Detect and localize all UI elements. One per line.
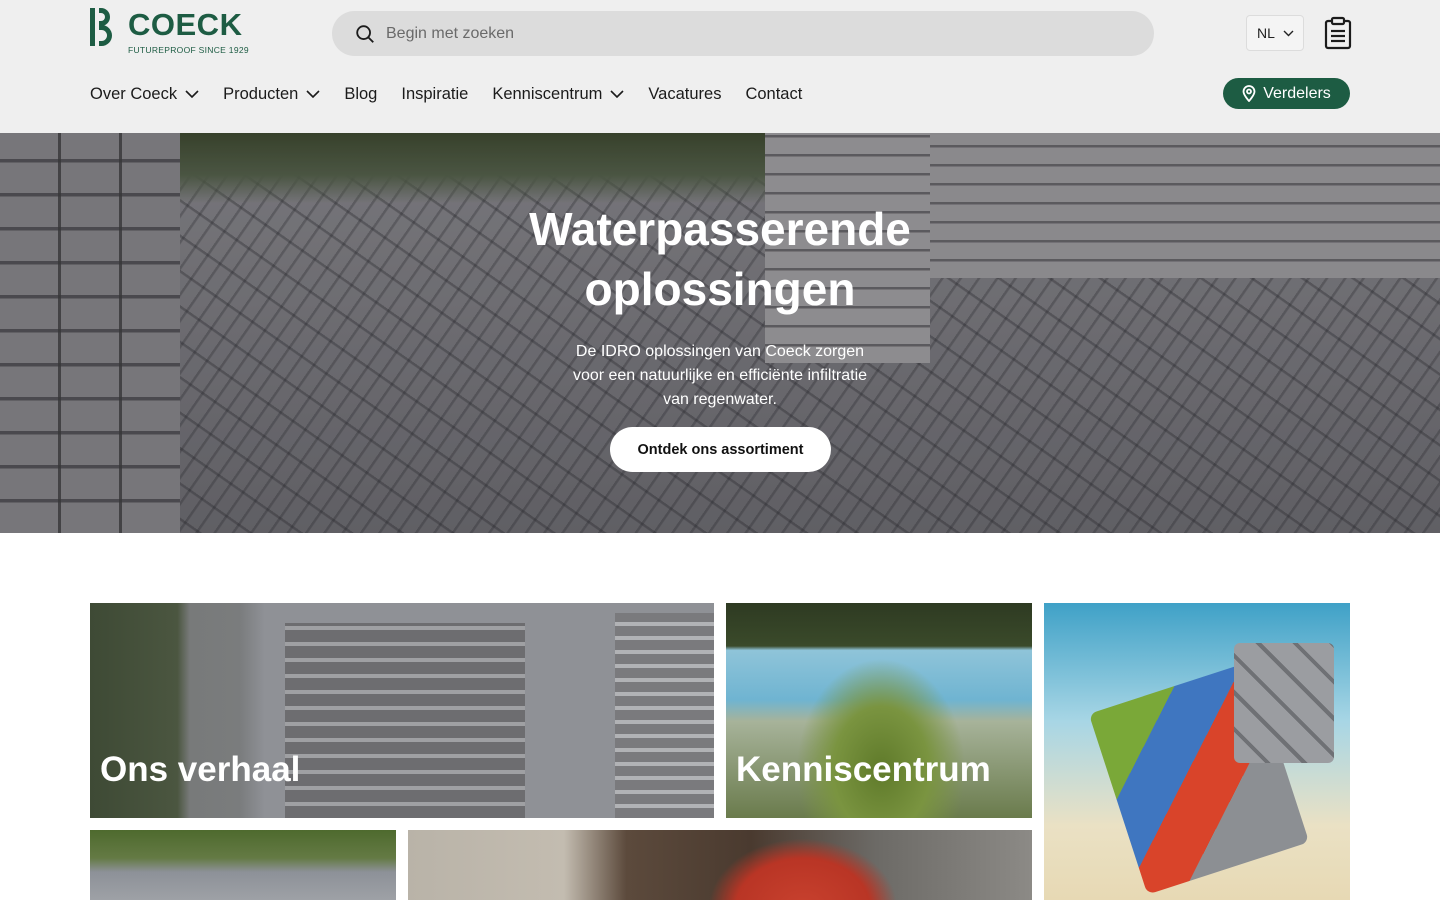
nav-label: Blog (344, 84, 378, 103)
site-header: COECK FUTUREPROOF SINCE 1929 NL Over Coe… (0, 0, 1440, 133)
chevron-down-icon (1283, 30, 1294, 36)
search-input[interactable] (386, 11, 1126, 56)
coeck-logo[interactable]: COECK FUTUREPROOF SINCE 1929 (90, 7, 249, 56)
chevron-down-icon (610, 90, 624, 98)
hero-description-line: van regenwater. (663, 391, 777, 408)
chevron-down-icon (306, 90, 320, 98)
clipboard-icon[interactable] (1322, 16, 1354, 50)
hero-description: De IDRO oplossingen van Coeck zorgen voo… (560, 340, 880, 412)
logo-mark-icon (90, 8, 124, 48)
hero-title-line: Waterpasserende (529, 203, 911, 255)
tile-image (285, 623, 525, 818)
nav-label: Kenniscentrum (492, 84, 603, 103)
nav-item-blog[interactable]: Blog (344, 85, 377, 104)
nav-label: Producten (223, 84, 299, 103)
hero-overlay (0, 133, 1440, 533)
logo-tagline: FUTUREPROOF SINCE 1929 (128, 45, 249, 55)
tile-kenniscentrum[interactable]: Kenniscentrum (726, 603, 1032, 818)
chevron-down-icon (185, 90, 199, 98)
discover-assortment-button[interactable]: Ontdek ons assortiment (610, 427, 831, 472)
nav-item-inspiratie[interactable]: Inspiratie (401, 85, 468, 104)
hero-title-line: oplossingen (584, 263, 856, 315)
tile-image (1234, 643, 1334, 763)
tile-image (615, 613, 714, 818)
verdelers-label: Verdelers (1263, 84, 1331, 102)
tile-image (708, 838, 898, 900)
nav-item-contact[interactable]: Contact (745, 85, 802, 104)
hero-description-line: voor een natuurlijke en efficiënte infil… (572, 367, 868, 384)
map-pin-icon (1242, 85, 1256, 102)
hero-title: Waterpasserende oplossingen (420, 199, 1020, 319)
tile-garden[interactable] (90, 830, 396, 900)
verdelers-button[interactable]: Verdelers (1223, 78, 1350, 109)
tile-worker[interactable] (408, 830, 1032, 900)
nav-label: Over Coeck (90, 84, 178, 103)
nav-item-over-coeck[interactable]: Over Coeck (90, 85, 199, 104)
main-nav: Over Coeck Producten Blog Inspiratie Ken… (90, 80, 826, 108)
search-icon[interactable] (354, 23, 376, 45)
language-selector[interactable]: NL (1246, 15, 1304, 51)
hero-description-line: De IDRO oplossingen van Coeck zorgen (575, 343, 865, 360)
nav-label: Inspiratie (401, 84, 469, 103)
language-selected: NL (1257, 25, 1275, 41)
tile-label: Kenniscentrum (736, 750, 991, 789)
nav-item-vacatures[interactable]: Vacatures (648, 85, 721, 104)
tile-illustration[interactable] (1044, 603, 1350, 900)
tile-image (796, 658, 966, 818)
logo-wordmark: COECK (128, 7, 243, 42)
tile-ons-verhaal[interactable]: Ons verhaal (90, 603, 714, 818)
hero-banner: Waterpasserende oplossingen De IDRO oplo… (0, 133, 1440, 533)
search-bar (332, 11, 1154, 56)
nav-label: Vacatures (648, 84, 722, 103)
nav-item-kenniscentrum[interactable]: Kenniscentrum (492, 85, 624, 104)
nav-label: Contact (745, 84, 803, 103)
nav-item-producten[interactable]: Producten (223, 85, 320, 104)
tile-label: Ons verhaal (100, 750, 301, 789)
